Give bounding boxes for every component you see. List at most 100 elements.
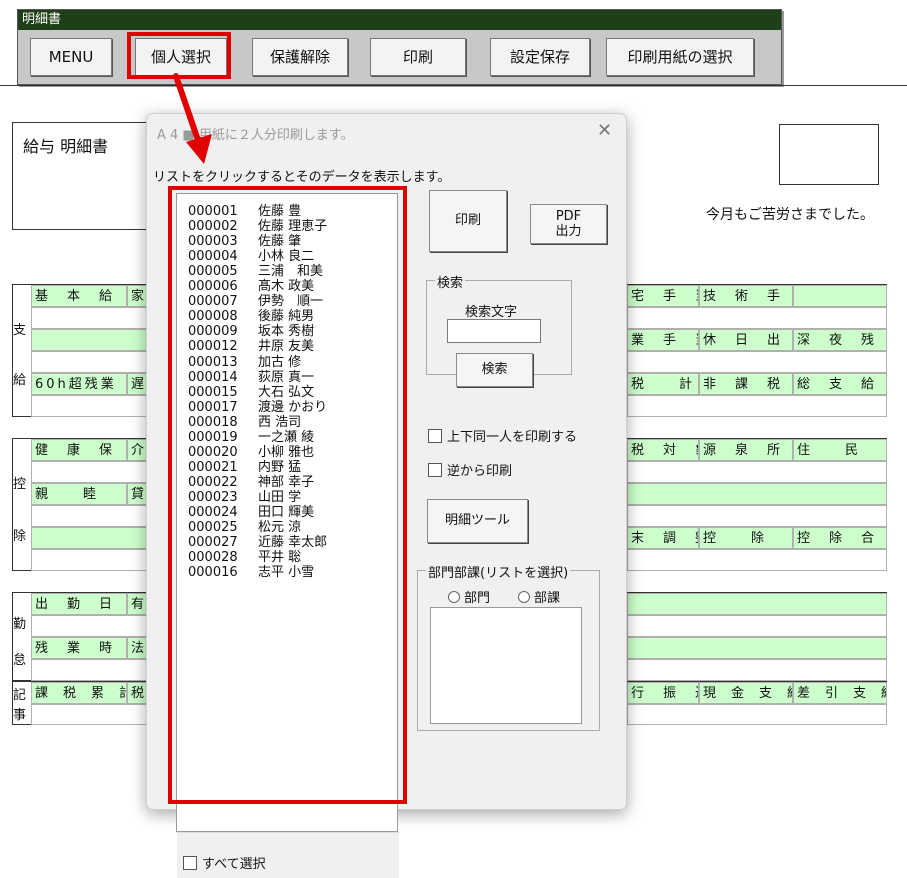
side-label: 事 [13,708,27,723]
side-label: 除 [13,529,27,544]
side-label: 怠 [13,653,27,668]
label-care: 介 [127,439,147,461]
value-cell [627,659,887,681]
label-cell [627,483,887,505]
pdf-label: PDF [555,209,582,224]
value-cell [31,307,147,329]
search-button[interactable]: 検索 [456,353,533,387]
select-all-label: すべて選択 [202,857,266,872]
same-person-label: 上下同一人を印刷する [447,430,578,445]
value-cell [31,461,147,483]
value-cell [627,395,887,417]
value-cell [31,615,147,637]
search-input[interactable] [447,319,541,343]
label-cell [793,285,887,307]
label-work-allowance: 業 手 当 [627,329,699,351]
label-withholding-tax: 源 泉 所 得 税 [699,439,793,461]
search-group: 検索 検索文字 検索 [426,272,572,387]
divider [0,85,907,86]
label-cell [31,329,147,351]
value-cell [31,704,147,725]
select-all-area: すべて選択 [177,832,399,878]
radio-icon [518,591,530,603]
value-cell [627,549,887,571]
department-list[interactable] [430,607,582,724]
search-text-label: 検索文字 [465,305,518,320]
side-label: 給 [13,373,27,388]
value-cell [627,505,887,527]
search-group-label: 検索 [435,272,466,291]
greeting-text: 今月もご苦労さまでした。 [706,207,874,223]
label-paid-leave: 有 [127,593,147,615]
department-radio[interactable]: 部門 [448,587,490,606]
menu-button[interactable]: MENU [30,38,112,76]
checkbox-icon [428,429,442,443]
value-cell [627,307,887,329]
label-deduction-subtotal: 控 除 計 [699,527,793,549]
label-basic-pay: 基 本 給 [31,285,127,307]
value-cell [31,395,147,417]
label-health-insurance: 健 康 保 険 [31,439,127,461]
label-cell [31,527,147,549]
side-label: 記 [13,688,27,703]
label-night-overtime: 深 夜 残 業 [793,329,887,351]
label-cell [627,593,887,615]
red-arrow-icon [173,73,212,164]
label-taxable-cumulative: 課 税 累 計 額 [31,682,127,704]
value-cell [627,351,887,373]
same-person-checkbox[interactable]: 上下同一人を印刷する [428,426,577,445]
value-cell [31,505,147,527]
side-label: 支 [13,323,27,338]
output-label: 出力 [555,224,582,239]
label-tech-allowance: 技 術 手 当 [699,285,793,307]
close-icon[interactable]: ✕ [597,120,612,141]
label-taxable-total: 税 計 [627,373,699,395]
reverse-print-checkbox[interactable]: 逆から印刷 [428,460,512,479]
label-family: 家 [127,285,147,307]
department-radio-label: 部門 [464,591,491,606]
print-button-toolbar[interactable]: 印刷 [370,38,466,76]
value-cell [31,659,147,681]
label-60h-overtime: 60h超残業 [31,373,127,395]
checkbox-icon [183,856,197,870]
value-cell [627,615,887,637]
value-cell [627,461,887,483]
department-group: 部門部課(リストを選択) 部門 部課 [417,562,600,731]
label-resident-tax: 住 民 税 [793,439,887,461]
section-radio[interactable]: 部課 [518,587,560,606]
reverse-print-label: 逆から印刷 [447,464,513,479]
paper-select-button[interactable]: 印刷用紙の選択 [606,38,754,76]
pdf-output-button[interactable]: PDF 出力 [530,204,607,244]
value-cell [31,549,147,571]
value-cell [31,351,147,373]
value-cell [627,704,887,725]
save-settings-button[interactable]: 設定保存 [490,38,590,76]
label-housing-allowance: 宅 手 当 [627,285,699,307]
label-cell [627,637,887,659]
label-late: 遅 [127,373,147,395]
radio-icon [448,591,460,603]
label-overtime-hours: 残 業 時 間 [31,637,127,659]
sheet-title: 給与 明細書 [12,122,162,230]
checkbox-icon [428,463,442,477]
label-tax-base: 税 対 象 額 [627,439,699,461]
print-button[interactable]: 印刷 [429,190,507,252]
department-group-label: 部門部課(リストを選択) [426,562,571,581]
select-all-checkbox[interactable]: すべて選択 [183,853,266,872]
section-radio-label: 部課 [534,591,561,606]
detail-tool-button[interactable]: 明細ツール [427,499,528,543]
label-tax: 税 [127,682,147,704]
label-loan: 貸 [127,483,147,505]
stamp-box [779,124,879,185]
label-gross-pay: 総 支 給 額 [793,373,887,395]
label-holiday-work: 休 日 出 勤 [699,329,793,351]
label-legal: 法 [127,637,147,659]
label-net-pay: 差 引 支 給 額 [793,682,887,704]
label-year-end-adjust: 末 調 整 [627,527,699,549]
label-deduction-total: 控 除 合 計 [793,527,887,549]
label-work-days: 出 勤 日 数 [31,593,127,615]
label-social-club: 親 睦 会 [31,483,127,505]
unprotect-button[interactable]: 保護解除 [252,38,348,76]
side-label: 控 [13,477,27,492]
label-cash-payment: 現 金 支 給 額 [699,682,793,704]
